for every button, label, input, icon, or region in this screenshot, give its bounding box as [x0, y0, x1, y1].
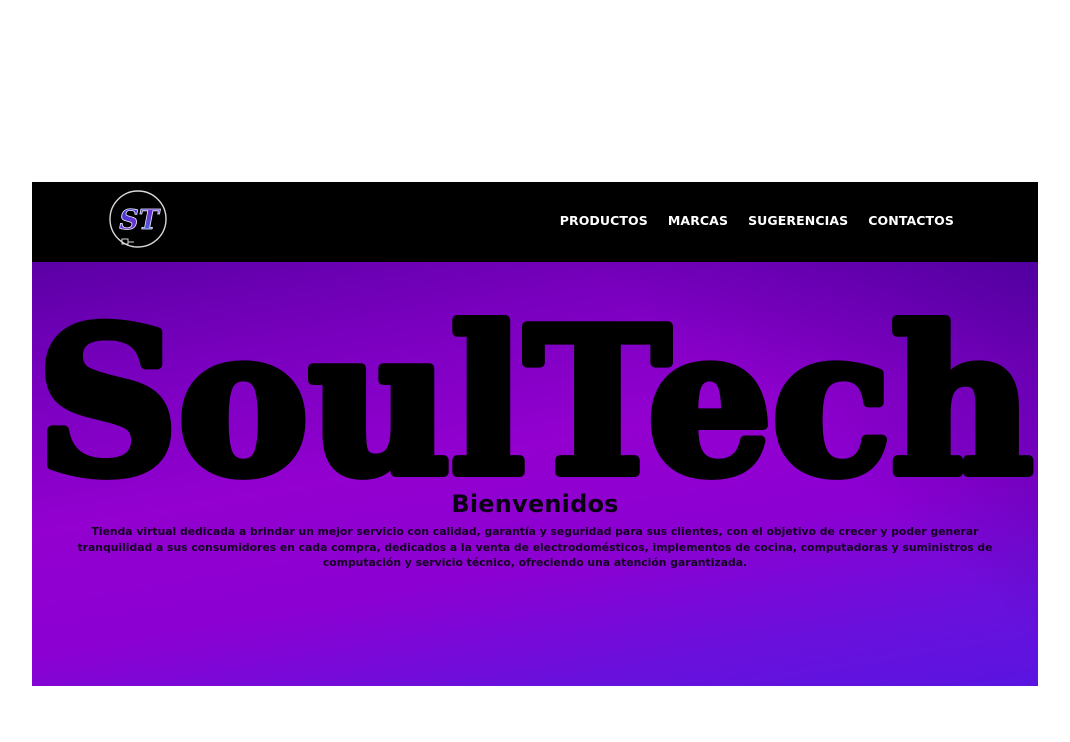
- logo[interactable]: ST: [108, 189, 170, 251]
- brand-title-graphic: SoulTech: [32, 280, 1038, 525]
- nav-link-contactos[interactable]: CONTACTOS: [868, 213, 954, 228]
- main-nav: PRODUCTOS MARCAS SUGERENCIAS CONTACTOS: [560, 213, 954, 228]
- logo-icon: ST: [109, 190, 167, 248]
- nav-link-sugerencias[interactable]: SUGERENCIAS: [748, 213, 848, 228]
- nav-link-productos[interactable]: PRODUCTOS: [560, 213, 648, 228]
- site-container: ST PRODUCTOS MARCAS SUGERENCIAS CONTACTO…: [32, 182, 1038, 686]
- welcome-description: Tienda virtual dedicada a brindar un mej…: [77, 525, 993, 569]
- navbar: ST PRODUCTOS MARCAS SUGERENCIAS CONTACTO…: [32, 182, 1038, 262]
- nav-link-marcas[interactable]: MARCAS: [668, 213, 728, 228]
- logo-text: ST: [119, 205, 160, 236]
- hero-banner: SoulTech Bienvenidos Tienda virtual dedi…: [32, 262, 1038, 686]
- welcome-heading: Bienvenidos: [451, 490, 619, 518]
- brand-title: SoulTech: [37, 285, 1033, 520]
